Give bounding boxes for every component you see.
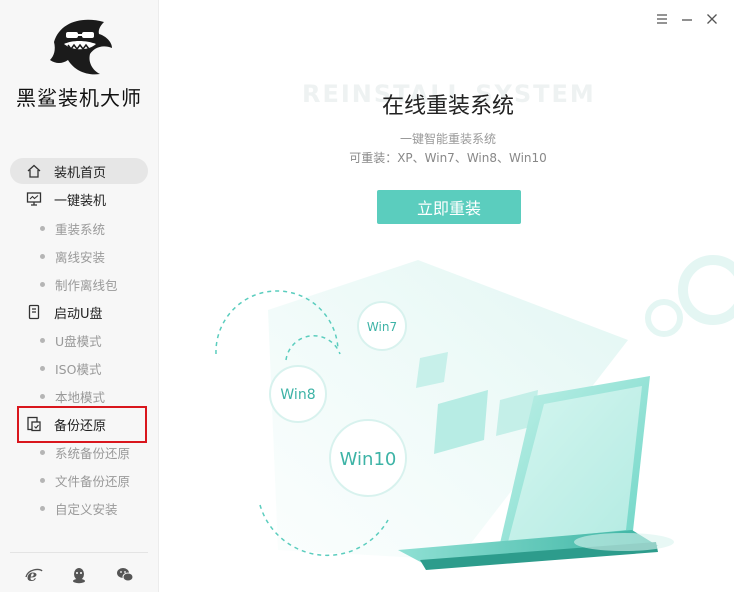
sidebar-subitem-make-offline-package[interactable]: 制作离线包 — [40, 274, 118, 294]
minimize-icon[interactable] — [678, 10, 696, 28]
sidebar-item-usb[interactable]: 启动U盘 — [10, 299, 148, 325]
close-icon[interactable] — [703, 10, 721, 28]
hero-illustration: Win7 Win8 Win10 — [158, 230, 734, 592]
sidebar-subitem-usb-mode[interactable]: U盘模式 — [40, 330, 102, 350]
sidebar-item-home[interactable]: 装机首页 — [10, 158, 148, 184]
sidebar-subitem-reinstall[interactable]: 重装系统 — [40, 218, 105, 238]
page-title: 在线重装系统 — [381, 94, 514, 119]
menu-icon[interactable] — [653, 10, 671, 28]
supported-systems-text: 可重装：XP、Win7、Win8、Win10 — [349, 151, 547, 165]
sidebar: 黑鲨装机大师 装机首页 一键装机 重装系统 离线安装 制作离线包 启动U盘 U盘… — [0, 0, 159, 592]
monitor-icon — [26, 191, 42, 207]
wechat-icon[interactable] — [116, 566, 134, 584]
sidebar-subitem-iso-mode[interactable]: ISO模式 — [40, 358, 101, 378]
win10-bubble-label: Win10 — [340, 449, 397, 470]
win8-bubble-label: Win8 — [280, 387, 315, 403]
sidebar-subitem-system-backup[interactable]: 系统备份还原 — [40, 442, 130, 462]
shark-logo-icon — [42, 14, 116, 78]
sidebar-subitem-offline-install[interactable]: 离线安装 — [40, 246, 105, 266]
ie-browser-icon[interactable]: e — [25, 566, 43, 585]
qq-icon[interactable] — [70, 566, 88, 584]
sidebar-item-label: 启动U盘 — [54, 306, 103, 322]
page-subtitle: 一键智能重装系统 — [399, 132, 496, 146]
sidebar-item-label: 一键装机 — [54, 193, 107, 209]
reinstall-now-button[interactable]: 立即重装 — [377, 190, 521, 224]
home-icon — [26, 163, 42, 179]
usb-drive-icon — [26, 304, 42, 320]
sidebar-item-label: 装机首页 — [54, 165, 107, 181]
highlight-box — [17, 406, 147, 443]
app-brand-name: 黑鲨装机大师 — [16, 86, 142, 110]
win7-bubble-label: Win7 — [367, 320, 397, 334]
sidebar-item-install[interactable]: 一键装机 — [10, 186, 148, 212]
divider — [10, 552, 148, 553]
svg-text:e: e — [27, 566, 37, 584]
sidebar-subitem-file-backup[interactable]: 文件备份还原 — [40, 470, 130, 490]
sidebar-subitem-local-mode[interactable]: 本地模式 — [40, 386, 105, 406]
sidebar-subitem-custom-install[interactable]: 自定义安装 — [40, 498, 118, 518]
